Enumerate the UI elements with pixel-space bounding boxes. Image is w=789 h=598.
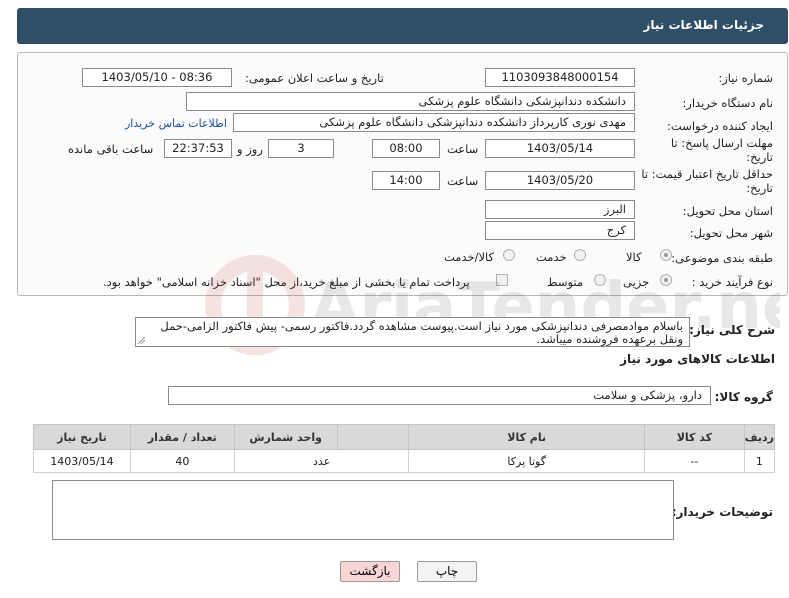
goods-group-field: دارو، پزشکی و سلامت (168, 386, 711, 405)
category-service-radio[interactable] (574, 249, 586, 261)
category-service-label: خدمت (536, 250, 567, 264)
days-remaining-field: 3 (268, 139, 334, 158)
process-type-label: نوع فرآیند خرید : (691, 275, 773, 289)
need-number-field: 1103093848000154 (485, 68, 635, 87)
col-unit-spacer (336, 424, 410, 450)
city-field: کرج (485, 221, 635, 240)
col-row-number: ردیف (743, 424, 776, 450)
col-item-code: کد کالا (643, 424, 745, 450)
cell-row-number: 1 (743, 449, 776, 473)
goods-table: تاریخ نیاز تعداد / مقدار واحد شمارش نام … (33, 424, 776, 473)
description-label: شرح کلی نیاز: (689, 323, 775, 337)
buyer-contact-link[interactable]: اطلاعات تماس خریدار (125, 117, 227, 130)
cell-need-date: 1403/05/14 (33, 449, 131, 473)
city-label: شهر محل تحویل: (689, 226, 773, 240)
description-textarea[interactable]: باسلام موادمصرفی دندانپزشکی مورد نیاز اس… (135, 317, 690, 347)
table-row[interactable]: 1403/05/14 40 عدد گوتا پرکا -- 1 (33, 449, 776, 473)
creator-field: مهدی نوری کارپرداز دانشکده دندانپزشکی دا… (233, 113, 635, 132)
buyer-org-label: نام دستگاه خریدار: (682, 96, 773, 110)
process-minor-label: جزیی (623, 275, 650, 289)
buyer-notes-textarea[interactable] (52, 480, 674, 540)
deadline-date-field: 1403/05/14 (485, 139, 635, 158)
back-button[interactable]: بازگشت (340, 561, 400, 582)
category-both-label: کالا/خدمت (444, 250, 495, 264)
cell-item-code: -- (643, 449, 745, 473)
process-medium-label: متوسط (547, 275, 584, 289)
col-need-date: تاریخ نیاز (33, 424, 131, 450)
treasury-payment-note: پرداخت تمام یا بخشی از مبلغ خرید،از محل … (103, 275, 470, 289)
creator-label: ایجاد کننده درخواست: (667, 119, 773, 133)
goods-section-title: اطلاعات کالاهای مورد نیاز (620, 352, 775, 366)
col-item-name: نام کالا (408, 424, 645, 450)
page-title: جزئیات اطلاعات نیاز (643, 18, 764, 32)
need-number-label: شماره نیاز: (718, 71, 773, 85)
goods-group-label: گروه کالا: (714, 390, 773, 404)
cell-quantity: 40 (129, 449, 235, 473)
treasury-payment-checkbox[interactable] (496, 274, 508, 286)
validity-label: حداقل تاریخ اعتبار قیمت: تا (641, 167, 773, 181)
time-remaining-label: ساعت باقی مانده (68, 142, 154, 156)
time-remaining-field: 22:37:53 (164, 139, 232, 158)
validity-label-date: تاریخ: (746, 181, 773, 195)
cell-unit: عدد (233, 449, 410, 473)
buyer-notes-label: توضیحات خریدار: (671, 505, 773, 519)
category-goods-radio[interactable] (660, 249, 672, 261)
deadline-time-field: 08:00 (372, 139, 440, 158)
announce-date-label: تاریخ و ساعت اعلان عمومی: (245, 71, 384, 85)
validity-time-label: ساعت (447, 174, 479, 188)
category-both-radio[interactable] (503, 249, 515, 261)
goods-table-header: تاریخ نیاز تعداد / مقدار واحد شمارش نام … (33, 424, 776, 450)
print-button[interactable]: چاپ (417, 561, 477, 582)
resize-handle-icon[interactable] (137, 336, 146, 345)
announce-date-field: 1403/05/10 - 08:36 (82, 68, 232, 87)
process-minor-radio[interactable] (660, 274, 672, 286)
validity-date-field: 1403/05/20 (485, 171, 635, 190)
province-field: البرز (485, 200, 635, 219)
deadline-label: مهلت ارسال پاسخ: تا (670, 136, 773, 150)
page-header: جزئیات اطلاعات نیاز (17, 8, 788, 44)
buyer-org-field: دانشکده دندانپزشکی دانشگاه علوم پزشکی (186, 92, 635, 111)
category-goods-label: کالا (626, 250, 642, 264)
deadline-label-date: تاریخ: (746, 150, 773, 164)
days-label: روز و (237, 142, 263, 156)
validity-time-field: 14:00 (372, 171, 440, 190)
deadline-time-label: ساعت (447, 142, 479, 156)
process-medium-radio[interactable] (594, 274, 606, 286)
cell-item-name: گوتا پرکا (408, 449, 645, 473)
category-label: طبقه بندی موضوعی: (671, 251, 773, 265)
col-quantity: تعداد / مقدار (129, 424, 235, 450)
province-label: استان محل تحویل: (682, 204, 773, 218)
col-unit: واحد شمارش (233, 424, 338, 450)
